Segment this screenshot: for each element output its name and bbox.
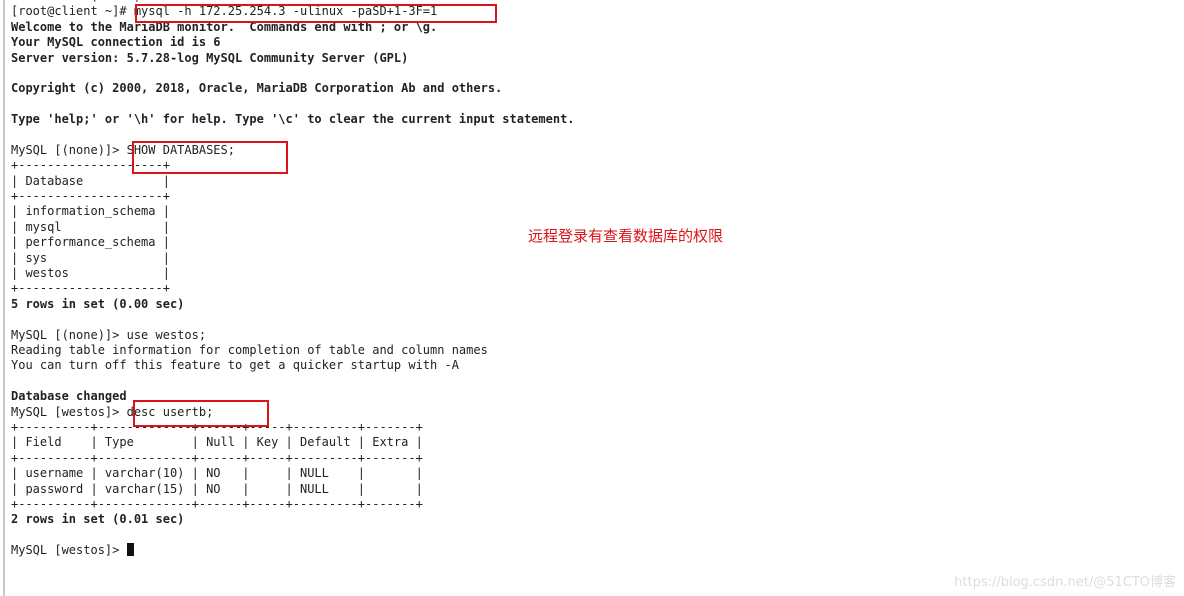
terminal-line: +----------+-------------+------+-----+-… [11,450,423,465]
terminal-output[interactable]: ERROR 1049 (42000): Unknown database 'aS… [11,0,575,558]
terminal-line: | westos | [11,266,170,281]
annotation-text: 远程登录有查看数据库的权限 [528,227,724,245]
terminal-line: Type 'help;' or '\h' for help. Type '\c'… [11,112,575,127]
terminal-line: | information_schema | [11,204,170,219]
terminal-line: | password | varchar(15) | NO | | NULL |… [11,481,423,496]
terminal-line: Your MySQL connection id is 6 [11,35,221,50]
terminal-line: Server version: 5.7.28-log MySQL Communi… [11,50,409,65]
terminal-line: | performance_schema | [11,235,170,250]
terminal-line: | mysql | [11,219,170,234]
terminal-line: Database changed [11,389,127,404]
highlight-box-desc-usertb [133,400,269,427]
highlight-box-show-databases [132,141,288,174]
watermark: https://blog.csdn.net/@51CTO博客 [954,575,1176,590]
terminal-line: | Database | [11,173,170,188]
terminal-line: You can turn off this feature to get a q… [11,358,459,373]
terminal-line: Copyright (c) 2000, 2018, Oracle, MariaD… [11,81,503,96]
cursor-icon [126,543,134,557]
terminal-line: | sys | [11,250,170,265]
terminal-line: +--------------------+ [11,281,170,296]
terminal-prompt-line[interactable]: MySQL [westos]> [11,543,575,558]
terminal-left-border [3,0,5,596]
terminal-line: +----------+-------------+------+-----+-… [11,496,423,511]
terminal-line: MySQL [(none)]> use westos; [11,327,207,342]
terminal-line: +--------------------+ [11,189,170,204]
terminal-line: Reading table information for completion… [11,342,488,357]
terminal-line: +----------+-------------+------+-----+-… [11,419,423,434]
terminal-line: | username | varchar(10) | NO | | NULL |… [11,466,423,481]
terminal-line: +--------------------+ [11,158,170,173]
highlight-box-login-command [135,4,497,23]
terminal-line: | Field | Type | Null | Key | Default | … [11,435,423,450]
terminal-line: MySQL [westos]> desc usertb; [11,404,214,419]
terminal-line: 5 rows in set (0.00 sec) [11,296,185,311]
prompt: MySQL [westos]> [11,543,127,558]
terminal-line: 2 rows in set (0.01 sec) [11,512,185,527]
terminal-line: MySQL [(none)]> SHOW DATABASES; [11,142,235,157]
